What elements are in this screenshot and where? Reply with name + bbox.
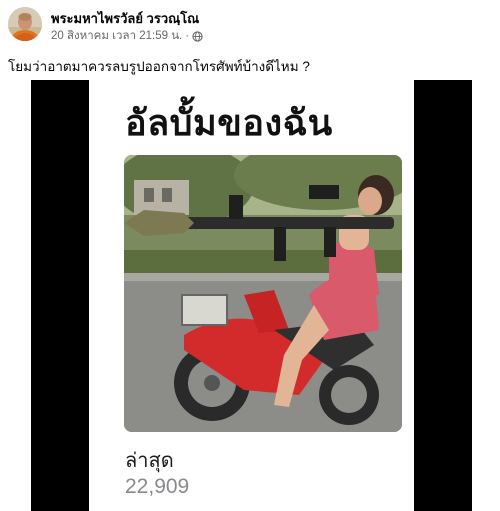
post-caption: โยมว่าอาตมาควรลบรูปออกจากโทรศัพท์บ้างดีไ…: [8, 59, 310, 74]
globe-icon[interactable]: [192, 30, 203, 42]
meta-separator: ·: [185, 30, 190, 42]
facebook-post: พระมหาไพรวัลย์ วรวณฺโณ 20 สิงหาคม เวลา 2…: [0, 0, 500, 511]
post-timestamp[interactable]: 20 สิงหาคม เวลา 21:59 น.: [51, 27, 182, 45]
album-thumbnail-photo: [124, 155, 402, 432]
post-media[interactable]: อัลบั้มของฉัน ล่าสุด 22,909: [31, 80, 472, 511]
album-title: อัลบั้มของฉัน: [125, 102, 333, 143]
post-meta: 20 สิงหาคม เวลา 21:59 น. ·: [51, 27, 203, 45]
monk-avatar-image: [8, 7, 42, 41]
woman-on-motorbike-image: [124, 155, 402, 432]
author-name[interactable]: พระมหาไพรวัลย์ วรวณฺโณ: [51, 8, 199, 29]
recent-photo-count: 22,909: [125, 475, 190, 498]
album-screenshot-card: อัลบั้มของฉัน ล่าสุด 22,909: [89, 80, 414, 511]
recent-label: ล่าสุด: [125, 450, 174, 472]
author-avatar[interactable]: [8, 7, 42, 41]
